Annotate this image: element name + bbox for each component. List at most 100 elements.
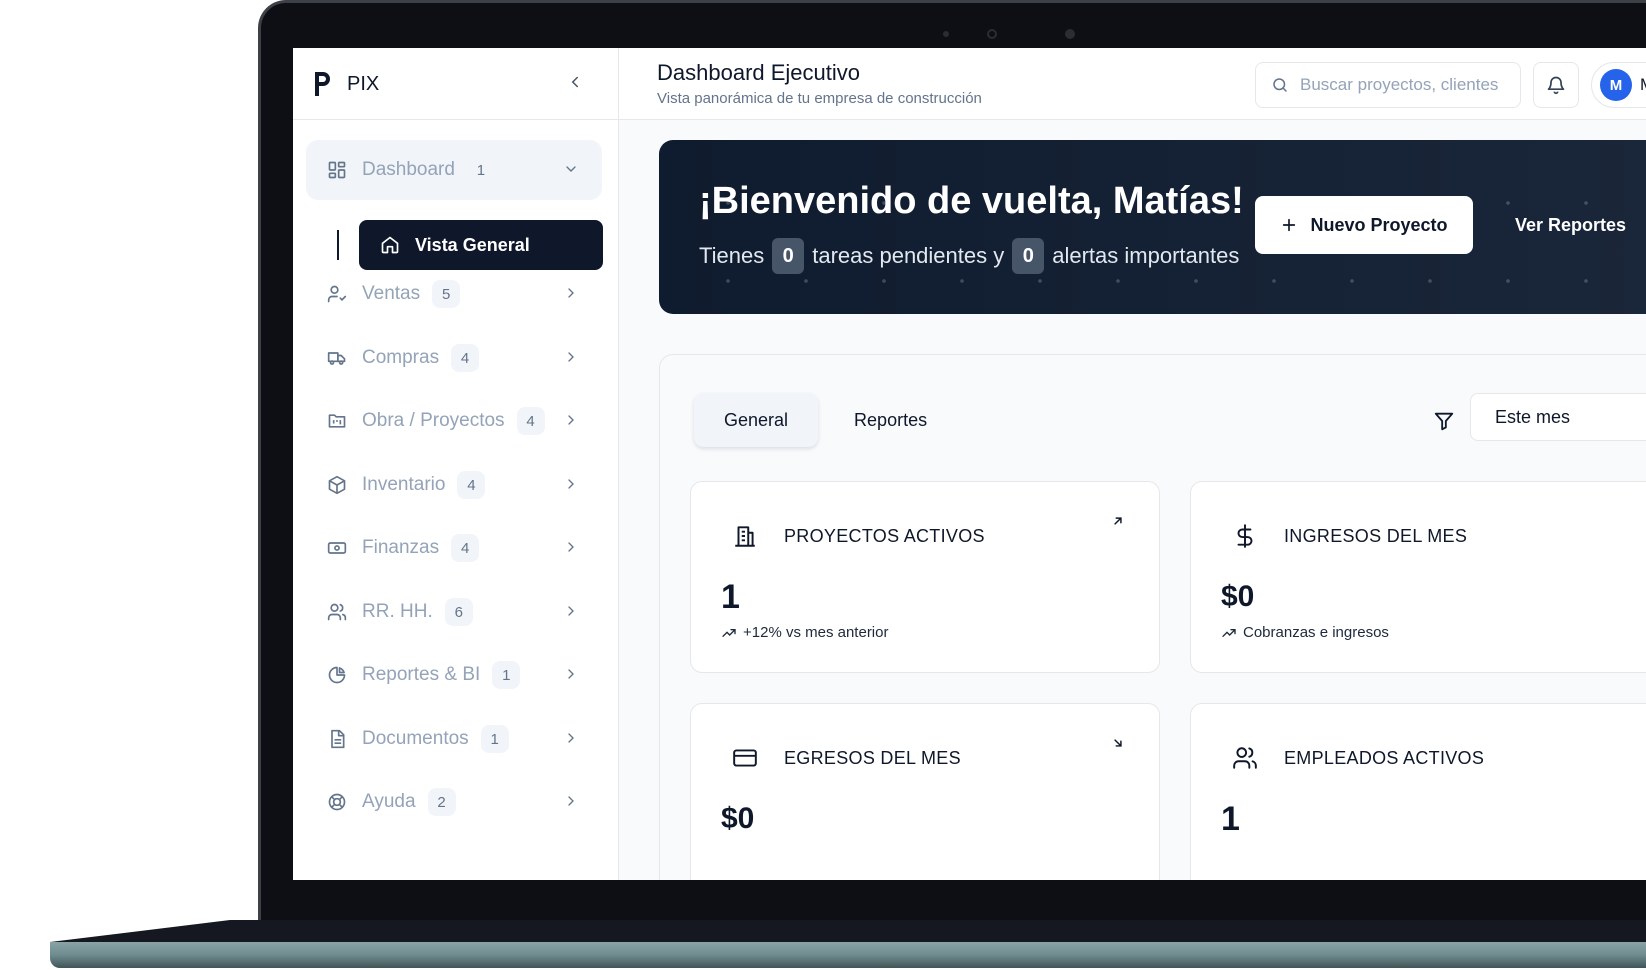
sidebar-item-badge: 4	[451, 534, 480, 562]
sidebar-item-badge: 5	[432, 280, 461, 308]
kpi-value: 1	[721, 578, 740, 616]
sidebar-item-label: RR. HH.	[362, 601, 433, 622]
trending-up-icon	[721, 625, 737, 641]
search-input[interactable]	[1300, 75, 1510, 95]
tab-general[interactable]: General	[694, 393, 819, 447]
summary-middle: tareas pendientes y	[812, 243, 1005, 268]
camera-icon	[987, 29, 997, 39]
building-icon	[731, 522, 759, 550]
sidebar-item-ayuda[interactable]: Ayuda 2	[306, 772, 602, 832]
kpi-card-empleados-activos[interactable]: EMPLEADOS ACTIVOS 1	[1190, 703, 1646, 880]
user-menu-button[interactable]: M M	[1591, 62, 1646, 108]
sidebar-item-label: Ventas	[362, 283, 421, 304]
kpi-title: PROYECTOS ACTIVOS	[784, 526, 985, 546]
chevron-right-icon	[560, 282, 582, 304]
file-text-icon	[326, 728, 348, 750]
chevron-right-icon	[560, 600, 582, 622]
page-title: Dashboard Ejecutivo	[657, 60, 861, 85]
laptop-base	[50, 920, 1646, 970]
sidebar-item-badge: 6	[444, 598, 473, 626]
summary-prefix: Tienes	[699, 243, 765, 268]
period-select[interactable]: Este mes	[1470, 393, 1646, 441]
dollar-sign-icon	[1231, 522, 1259, 550]
kpi-subtext-label: Cobranzas e ingresos	[1243, 624, 1389, 641]
kpi-subtext: Cobranzas e ingresos	[1221, 624, 1389, 641]
sidebar-item-label: Finanzas	[362, 537, 440, 558]
kpi-card-ingresos-del-mes[interactable]: INGRESOS DEL MES $0 Cobranzas e ingresos	[1190, 481, 1646, 673]
banner-dot-pattern	[659, 140, 1646, 314]
layout-dashboard-icon	[326, 159, 348, 181]
kpi-card-proyectos-activos[interactable]: PROYECTOS ACTIVOS 1 +12% vs mes anterior	[690, 481, 1160, 673]
chevron-right-icon	[560, 790, 582, 812]
summary-suffix: alertas importantes	[1052, 243, 1240, 268]
kpi-value: 1	[1221, 800, 1240, 838]
sidebar-item-label: Reportes & BI	[362, 664, 481, 685]
sidebar-item-ventas[interactable]: Ventas 5	[306, 264, 602, 324]
package-icon	[326, 474, 348, 496]
sidebar-item-label: Dashboard	[362, 159, 455, 180]
banknote-icon	[326, 537, 348, 559]
sidebar-subitem-vista-general[interactable]: Vista General	[359, 220, 603, 270]
user-check-icon	[326, 283, 348, 305]
brand[interactable]: PIX	[311, 66, 379, 102]
sidebar-subitem-label: Vista General	[415, 234, 530, 255]
chevron-left-icon	[571, 76, 578, 88]
dashboard-tabs: General Reportes	[694, 393, 957, 447]
arrow-down-right-icon	[1109, 734, 1127, 752]
sidebar-item-badge: 1	[476, 161, 486, 179]
pending-tasks-count: 0	[772, 238, 805, 274]
sidebar-item-label: Ayuda	[362, 791, 416, 812]
welcome-summary: Tienes 0 tareas pendientes y 0 alertas i…	[699, 238, 1239, 274]
search-box[interactable]	[1255, 62, 1521, 108]
sidebar-item-label: Obra / Proyectos	[362, 410, 505, 431]
top-header: Dashboard Ejecutivo Vista panorámica de …	[619, 48, 1646, 120]
sidebar-item-badge: 4	[457, 471, 486, 499]
chevron-right-icon	[560, 473, 582, 495]
arrow-up-right-icon	[1109, 512, 1127, 530]
kpi-title: INGRESOS DEL MES	[1284, 526, 1468, 546]
dashboard-panel: General Reportes Este mes PROYECTOS ACTI…	[659, 354, 1646, 880]
chevron-right-icon	[560, 346, 582, 368]
sidebar-item-compras[interactable]: Compras 4	[306, 328, 602, 388]
pix-logo-icon	[315, 72, 330, 96]
avatar: M	[1600, 69, 1632, 101]
kpi-subtext-label: +12% vs mes anterior	[743, 624, 889, 641]
users-icon	[1231, 744, 1259, 772]
kpi-card-egresos-del-mes[interactable]: EGRESOS DEL MES $0	[690, 703, 1160, 880]
sidebar: PIX Dashboard 1 Vista General Ventas 5 C…	[293, 48, 619, 880]
plus-icon	[1280, 216, 1298, 234]
laptop-frame: PIX Dashboard 1 Vista General Ventas 5 C…	[0, 0, 1646, 970]
alerts-count: 0	[1012, 238, 1045, 274]
sidebar-item-badge: 2	[427, 788, 456, 816]
sidebar-item-badge: 1	[492, 661, 521, 689]
collapse-sidebar-button[interactable]	[563, 70, 587, 94]
sidebar-item-documentos[interactable]: Documentos 1	[306, 709, 602, 769]
chevron-down-icon	[560, 158, 582, 180]
new-project-button[interactable]: Nuevo Proyecto	[1255, 196, 1473, 254]
welcome-banner: ¡Bienvenido de vuelta, Matías! Tienes 0 …	[659, 140, 1646, 314]
kpi-title: EMPLEADOS ACTIVOS	[1284, 748, 1485, 768]
sidebar-item-badge: 4	[451, 344, 480, 372]
tab-reportes[interactable]: Reportes	[824, 393, 957, 447]
chevron-right-icon	[560, 727, 582, 749]
sidebar-item-dashboard[interactable]: Dashboard 1	[306, 140, 602, 200]
user-name: M	[1640, 75, 1646, 95]
truck-icon	[326, 347, 348, 369]
sidebar-item-obra-proyectos[interactable]: Obra / Proyectos 4	[306, 391, 602, 451]
life-buoy-icon	[326, 791, 348, 813]
filter-icon[interactable]	[1432, 409, 1456, 433]
sidebar-item-rrhh[interactable]: RR. HH. 6	[306, 582, 602, 642]
kpi-subtext: +12% vs mes anterior	[721, 624, 888, 641]
view-reports-button[interactable]: Ver Reportes	[1515, 196, 1626, 254]
sidebar-item-label: Inventario	[362, 474, 446, 495]
page-subtitle: Vista panorámica de tu empresa de constr…	[657, 90, 982, 107]
kpi-value: $0	[721, 802, 755, 835]
sidebar-item-badge: 1	[480, 725, 509, 753]
sidebar-item-label: Documentos	[362, 728, 469, 749]
chevron-right-icon	[560, 536, 582, 558]
brand-name: PIX	[347, 72, 380, 95]
sidebar-item-finanzas[interactable]: Finanzas 4	[306, 518, 602, 578]
sidebar-item-inventario[interactable]: Inventario 4	[306, 455, 602, 515]
sidebar-item-reportes-bi[interactable]: Reportes & BI 1	[306, 645, 602, 705]
notifications-button[interactable]	[1533, 62, 1579, 108]
